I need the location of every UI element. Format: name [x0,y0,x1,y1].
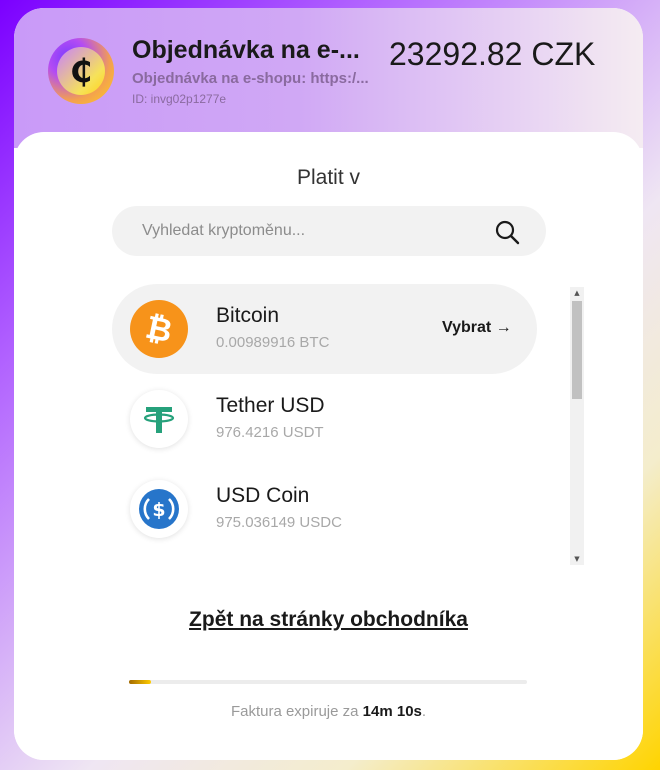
expiry-notice: Faktura expiruje za 14m 10s. [14,703,643,720]
expiry-progress-bar [129,680,527,684]
svg-text:$: $ [152,499,165,521]
order-amount: 23292.82 CZK [389,36,596,72]
scroll-thumb[interactable] [572,301,582,399]
coin-row-tether[interactable]: Tether USD 976.4216 USDT [112,374,537,464]
scroll-down-icon[interactable]: ▼ [570,553,584,565]
coin-amount: 976.4216 USDT [216,424,324,441]
crypto-search-box[interactable] [112,206,546,256]
select-coin-button[interactable]: Vybrat → [442,319,512,337]
crypto-search-input[interactable] [142,218,482,244]
invoice-id: ID: invg02p1277e [132,92,227,106]
merchant-logo: ₵ [48,38,114,104]
tether-icon [130,390,188,448]
list-scrollbar[interactable]: ▲ ▼ [570,287,584,565]
coin-name: USD Coin [216,484,310,507]
checkout-card: ₵ Objednávka na e-... 23292.82 CZK Objed… [14,8,643,760]
order-subtitle: Objednávka na e-shopu: https:/... [132,70,369,87]
coin-amount: 975.036149 USDC [216,514,342,531]
coin-name: Bitcoin [216,304,280,327]
order-title: Objednávka na e-... [132,36,360,64]
bitcoin-icon: ₿ [130,300,188,358]
coin-amount: 0.00989916 BTC [216,334,330,351]
coin-row-usdc[interactable]: $ USD Coin 975.036149 USDC [112,464,537,554]
cedi-logo-icon: ₵ [57,47,105,95]
coin-row-bitcoin[interactable]: ₿ Bitcoin 0.00989916 BTC Vybrat → [112,284,537,374]
coin-name: Tether USD [216,394,325,417]
scroll-up-icon[interactable]: ▲ [570,287,584,299]
expiry-progress-fill [129,680,151,684]
pay-in-heading: Platit v [296,166,361,189]
expiry-time: 14m 10s [362,703,422,720]
invoice-header: ₵ Objednávka na e-... 23292.82 CZK Objed… [14,8,643,148]
search-icon[interactable] [494,219,520,245]
crypto-list: ₿ Bitcoin 0.00989916 BTC Vybrat → Tether… [112,284,558,560]
expiry-text: Faktura expiruje za [230,703,363,720]
expiry-suffix: . [421,703,427,720]
payment-panel: Platit v ₿ Bitcoin 0.00989916 BTC Vybrat… [14,132,643,760]
svg-text:₿: ₿ [142,308,175,351]
usdc-icon: $ [130,480,188,538]
back-to-merchant-link[interactable]: Zpět na stránky obchodníka [14,608,643,632]
